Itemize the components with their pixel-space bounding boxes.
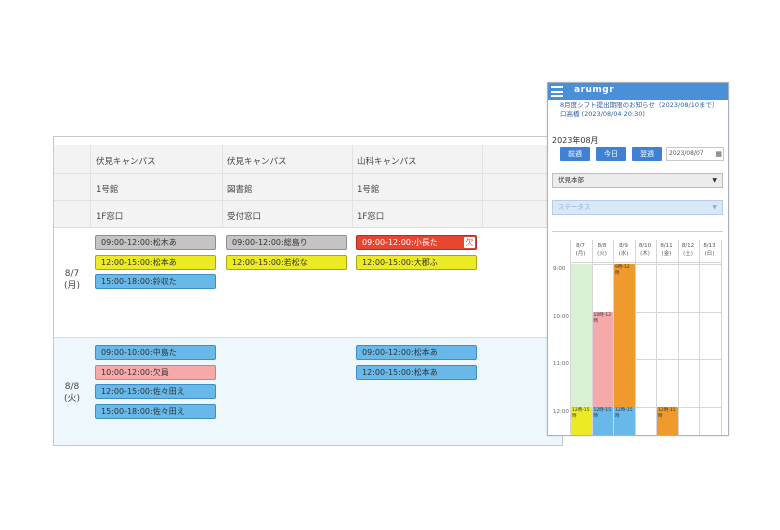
shift-event[interactable]: 09:00-12:00:総島り xyxy=(226,235,347,250)
month-label: 2023年08月 xyxy=(552,136,599,145)
shift-event-label: 15:00-18:00:鈴収た xyxy=(101,277,177,286)
today-button[interactable]: 今日 xyxy=(596,147,626,161)
day-weekday: (月) xyxy=(63,281,81,291)
date-value: 2023/08/07 xyxy=(669,150,704,157)
app-title: arumgr xyxy=(574,85,615,95)
week-day-header[interactable]: 8/8 (火) xyxy=(592,242,613,258)
hour-label: 9:00 xyxy=(553,266,566,272)
date-input[interactable]: 2023/08/07 ▦ xyxy=(666,147,724,161)
hour-label: 10:00 xyxy=(553,313,569,320)
mobile-topbar: arumgr xyxy=(548,83,728,100)
week-day-weekday: (金) xyxy=(661,251,672,257)
shift-event[interactable]: 09:00-12:00:松木あ xyxy=(95,235,216,250)
shift-event-label: 10:00-12:00:欠員 xyxy=(101,367,169,377)
shift-event-label: 09:00-12:00:松木あ xyxy=(101,238,177,247)
shift-event[interactable]: 09:00-12:00:松本あ xyxy=(356,345,477,360)
calendar-icon[interactable]: ▦ xyxy=(715,148,722,160)
location-select[interactable]: 伏見本部 ▼ xyxy=(552,173,723,188)
week-grid: 8/7 (月) 8/8 (火) 8/9 (水) 8/10 (木) 8/11 (金) 8/12 (土) 8… xyxy=(552,231,723,435)
week-day-header[interactable]: 8/7 (月) xyxy=(570,242,591,258)
shift-event-label: 12:00-15:00:松本あ xyxy=(101,257,177,267)
column-counter: 1F窓口 xyxy=(96,212,124,222)
week-day-weekday: (月) xyxy=(575,251,586,257)
hour-label: 11:00 xyxy=(553,361,569,367)
shift-event-label: 09:00-10:00:中島た xyxy=(101,348,177,357)
shift-block[interactable]: 12時-15時 xyxy=(592,406,613,435)
notice-line-1: 8月度シフト提出期限のお知らせ（2023/08/10まで） xyxy=(560,101,719,109)
column-building: 1号館 xyxy=(96,185,119,195)
shift-block[interactable]: 12時-15時 xyxy=(614,406,635,435)
week-day-header[interactable]: 8/12 (土) xyxy=(678,242,699,258)
column-counter: 1F窓口 xyxy=(357,212,385,222)
week-day-header[interactable]: 8/9 (水) xyxy=(613,242,634,258)
column-counter: 受付窓口 xyxy=(227,212,262,222)
week-day-header[interactable]: 8/11 (金) xyxy=(656,242,677,258)
shift-event[interactable]: 12:00-15:00:大郡ふ xyxy=(356,254,477,270)
shift-block[interactable]: 9時-12時 xyxy=(614,264,635,407)
column-campus: 伏見キャンパス xyxy=(227,157,287,167)
week-day-weekday: (日) xyxy=(704,251,715,257)
shift-block[interactable]: 12時-15時 xyxy=(657,406,678,435)
week-day-header[interactable]: 8/13 (日) xyxy=(699,242,720,258)
day-label: 8/8 (火) xyxy=(54,381,90,405)
shift-event[interactable]: 10:00-12:00:欠員 xyxy=(95,364,216,380)
shift-event[interactable]: 12:00-15:00:佐々田え xyxy=(95,384,216,399)
desktop-schedule-window: 伏見キャンパス 1号館 1F窓口 伏見キャンパス 図書館 受付窓口 山科キャンパ… xyxy=(53,136,563,446)
column-building: 図書館 xyxy=(227,185,253,195)
absence-badge: 欠 xyxy=(464,237,475,248)
week-day-date: 8/11 xyxy=(660,243,673,249)
day-date: 8/7 xyxy=(64,269,80,279)
column-campus: 山科キャンパス xyxy=(357,157,417,167)
week-day-date: 8/7 xyxy=(576,243,585,249)
shift-event-label: 09:00-12:00:松本あ xyxy=(362,348,438,357)
week-day-weekday: (水) xyxy=(618,251,629,257)
week-day-date: 8/10 xyxy=(638,243,652,249)
shift-event-label: 15:00-18:00:佐々田え xyxy=(101,406,185,416)
week-day-date: 8/12 xyxy=(681,243,695,249)
shift-event[interactable]: 12:00-15:00:松本あ xyxy=(356,364,477,380)
day-label: 8/7 (月) xyxy=(54,268,90,292)
notice-link[interactable]: 8月度シフト提出期限のお知らせ（2023/08/10まで） 口高橋 (2023/… xyxy=(560,101,726,119)
column-building: 1号館 xyxy=(357,185,380,195)
hour-label: 12:00 xyxy=(553,408,569,415)
shift-block[interactable]: 10時-12時 xyxy=(592,311,613,407)
status-select-value: ステータス xyxy=(558,203,591,211)
week-day-date: 8/9 xyxy=(619,243,628,249)
week-day-weekday: (火) xyxy=(597,251,607,257)
chevron-down-icon: ▼ xyxy=(712,204,717,211)
week-day-date: 8/13 xyxy=(703,243,716,249)
shift-event-label: 09:00-12:00:総島り xyxy=(232,238,308,247)
shift-event-label: 12:00-15:00:若松な xyxy=(232,257,308,267)
shift-block[interactable]: 12時-15時 xyxy=(571,406,592,435)
shift-event-label: 12:00-15:00:松本あ xyxy=(362,367,438,377)
shift-event[interactable]: 12:00-15:00:松本あ xyxy=(95,254,216,270)
week-day-weekday: (土) xyxy=(683,251,693,257)
column-campus: 伏見キャンパス xyxy=(96,157,156,167)
shift-event-label: 12:00-15:00:大郡ふ xyxy=(362,257,438,267)
week-day-header[interactable]: 8/10 (木) xyxy=(635,242,656,258)
day-date: 8/8 xyxy=(64,382,80,392)
shift-event[interactable]: 15:00-18:00:佐々田え xyxy=(95,403,216,419)
shift-event[interactable]: 15:00-18:00:鈴収た xyxy=(95,274,216,289)
shift-event-label: 12:00-15:00:佐々田え xyxy=(101,387,185,396)
shift-event[interactable]: 09:00-10:00:中島た xyxy=(95,345,216,360)
shift-event-label: 09:00-12:00:小長た xyxy=(362,238,438,247)
mobile-window: arumgr 8月度シフト提出期限のお知らせ（2023/08/10まで） 口高橋… xyxy=(547,82,729,436)
prev-week-button[interactable]: 前週 xyxy=(560,147,590,161)
location-select-value: 伏見本部 xyxy=(558,176,584,184)
week-day-date: 8/8 xyxy=(597,243,607,249)
chevron-down-icon: ▼ xyxy=(712,177,717,184)
shift-event[interactable]: 09:00-12:00:小長た 欠 xyxy=(356,235,477,250)
day-weekday: (火) xyxy=(63,394,81,404)
week-day-weekday: (木) xyxy=(640,251,650,257)
notice-line-2: 口高橋 (2023/08/04 20:30) xyxy=(560,110,645,118)
next-week-button[interactable]: 翌週 xyxy=(632,147,662,161)
shift-event[interactable]: 12:00-15:00:若松な xyxy=(226,254,347,270)
hamburger-menu-icon[interactable] xyxy=(551,86,563,97)
status-select[interactable]: ステータス ▼ xyxy=(552,200,723,215)
